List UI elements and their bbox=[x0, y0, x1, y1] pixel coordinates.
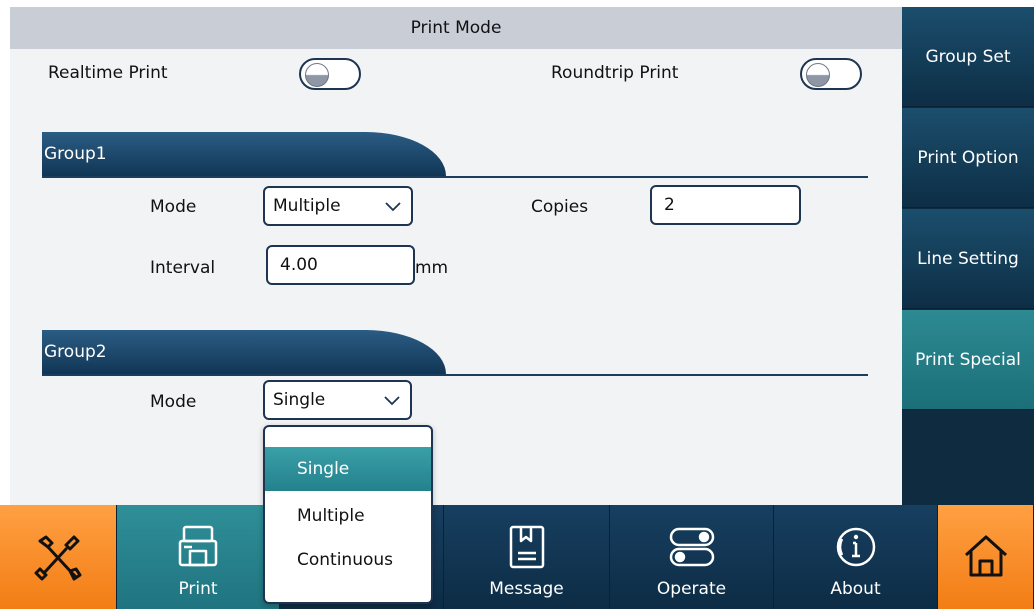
right-sidebar: Group Set Print Option Line Setting Prin… bbox=[902, 7, 1034, 505]
group1-header: Group1 bbox=[42, 132, 868, 178]
dropdown-option-single[interactable]: Single bbox=[265, 447, 431, 491]
info-icon bbox=[836, 527, 875, 567]
realtime-print-toggle[interactable] bbox=[299, 58, 361, 90]
chevron-down-icon bbox=[384, 396, 400, 406]
interval-label: Interval bbox=[150, 258, 216, 278]
page-title: Print Mode bbox=[10, 7, 902, 49]
sidebar-item-print-special[interactable]: Print Special bbox=[902, 310, 1034, 410]
tools-button[interactable] bbox=[0, 505, 117, 609]
bottom-nav: Print Message Operate About bbox=[0, 505, 1034, 609]
copies-input[interactable]: 2 bbox=[650, 185, 801, 225]
mode-dropdown-list: Single Multiple Continuous bbox=[263, 425, 433, 604]
operate-icon bbox=[669, 527, 714, 567]
printer-icon bbox=[178, 525, 218, 567]
tools-icon bbox=[34, 535, 82, 581]
sidebar-item-group-set[interactable]: Group Set bbox=[902, 7, 1034, 107]
toggle-knob bbox=[806, 63, 830, 87]
realtime-print-label: Realtime Print bbox=[48, 63, 168, 83]
dropdown-option-multiple[interactable]: Multiple bbox=[265, 494, 431, 538]
tab-operate[interactable]: Operate bbox=[610, 505, 774, 609]
chevron-down-icon bbox=[385, 202, 401, 212]
sidebar-item-line-setting[interactable]: Line Setting bbox=[902, 209, 1034, 309]
group1-tab: Group1 bbox=[42, 132, 446, 176]
interval-input[interactable]: 4.00 bbox=[266, 245, 415, 285]
tab-message-label: Message bbox=[489, 579, 564, 599]
copies-label: Copies bbox=[531, 197, 589, 217]
group2-header: Group2 bbox=[42, 330, 868, 376]
home-icon bbox=[964, 535, 1007, 577]
group1-mode-select[interactable]: Multiple bbox=[263, 186, 413, 226]
group1-mode-label: Mode bbox=[150, 197, 197, 217]
message-icon bbox=[509, 525, 544, 569]
group2-mode-value: Single bbox=[273, 390, 326, 410]
tab-print-label: Print bbox=[178, 579, 218, 599]
tab-about[interactable]: About bbox=[774, 505, 938, 609]
roundtrip-print-label: Roundtrip Print bbox=[551, 63, 679, 83]
group2-mode-select[interactable]: Single bbox=[263, 380, 412, 420]
group2-mode-label: Mode bbox=[150, 392, 197, 412]
roundtrip-print-toggle[interactable] bbox=[800, 58, 862, 90]
sidebar-item-print-option[interactable]: Print Option bbox=[902, 108, 1034, 208]
group2-tab: Group2 bbox=[42, 330, 446, 374]
tab-print[interactable]: Print bbox=[117, 505, 280, 609]
dropdown-option-continuous[interactable]: Continuous bbox=[265, 538, 431, 582]
group1-mode-value: Multiple bbox=[273, 196, 341, 216]
app-window: Print Mode Realtime Print Roundtrip Prin… bbox=[0, 0, 1034, 609]
interval-unit: mm bbox=[415, 258, 449, 278]
tab-message[interactable]: Message bbox=[444, 505, 610, 609]
tab-operate-label: Operate bbox=[656, 579, 727, 599]
toggle-knob bbox=[305, 63, 329, 87]
tab-about-label: About bbox=[830, 579, 881, 599]
copies-value: 2 bbox=[664, 195, 675, 215]
interval-value: 4.00 bbox=[280, 255, 318, 275]
home-button[interactable] bbox=[938, 505, 1034, 609]
